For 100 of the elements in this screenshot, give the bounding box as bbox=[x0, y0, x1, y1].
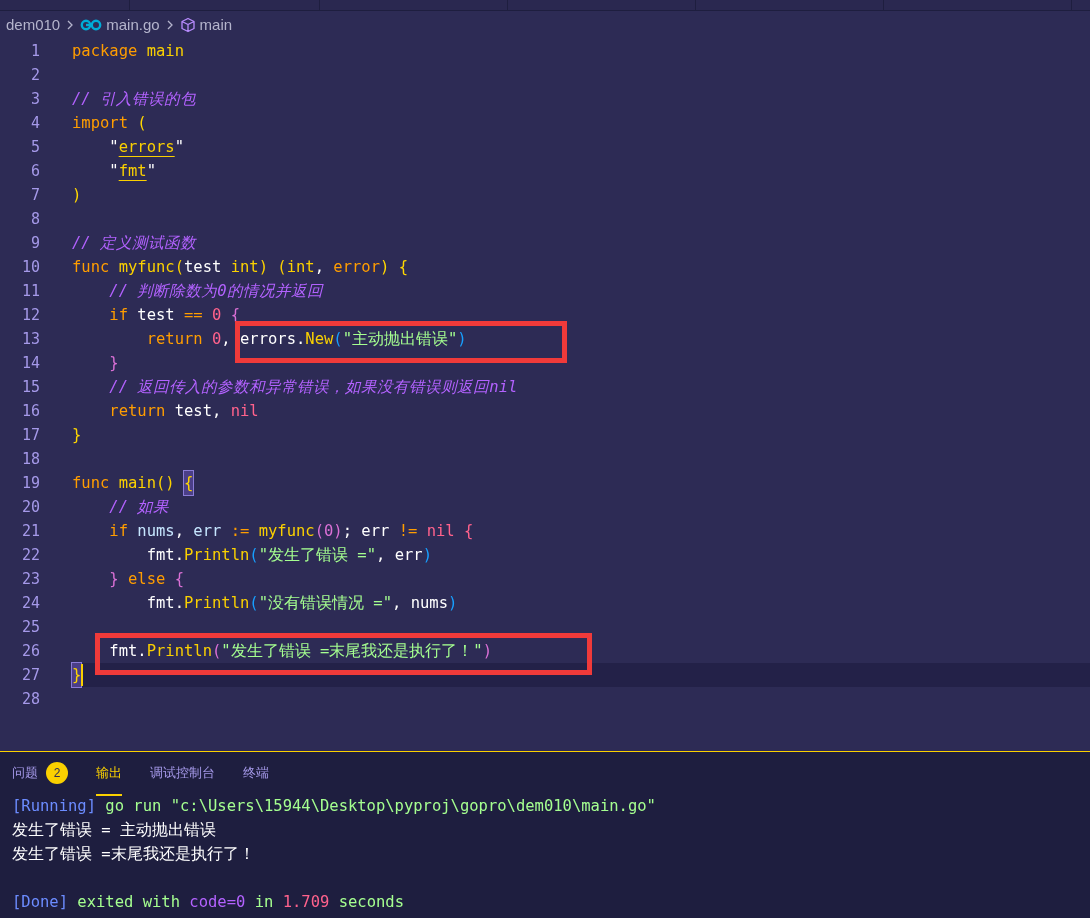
code-token: New bbox=[305, 330, 334, 348]
code-token: package bbox=[72, 41, 138, 62]
code-token: , nums bbox=[392, 593, 448, 614]
code-token: "没有错误情况 =" bbox=[258, 593, 392, 614]
code-token: else bbox=[127, 569, 167, 590]
line-number: 9 bbox=[29, 233, 40, 254]
line-number: 6 bbox=[29, 161, 40, 182]
code-token: import bbox=[72, 113, 128, 134]
code-token: seconds bbox=[337, 892, 404, 913]
panel-tab[interactable]: 终端 bbox=[243, 752, 269, 796]
code-token: fmt. bbox=[145, 593, 184, 614]
code-token: func bbox=[72, 257, 110, 278]
line-number: 10 bbox=[20, 257, 40, 278]
count-badge: 2 bbox=[46, 762, 68, 784]
code-token: error bbox=[333, 257, 380, 278]
code-token: main() bbox=[117, 473, 176, 494]
code-token: fmt. bbox=[145, 545, 184, 566]
code-token: } bbox=[108, 569, 119, 590]
line-number: 8 bbox=[29, 209, 40, 230]
code-token: } bbox=[108, 353, 119, 374]
breadcrumb-item[interactable]: main bbox=[199, 13, 233, 37]
line-number: 1 bbox=[29, 41, 40, 62]
code-token: // 返回传入的参数和异常错误，如果没有错误则返回nil bbox=[108, 377, 518, 398]
code-token: , err bbox=[376, 545, 423, 566]
panel-tab[interactable]: 问题 2 bbox=[12, 752, 68, 796]
code-token: go run "c:\Users\15944\Desktop\pyproj\gopro\dem010\main.go" bbox=[104, 796, 656, 817]
code-token: "发生了错误 =末尾我还是执行了！" bbox=[221, 642, 483, 660]
code-token: 1.709 bbox=[282, 892, 330, 913]
code-token: , bbox=[314, 257, 325, 278]
code-token: test, bbox=[173, 401, 223, 422]
line-number: 22 bbox=[20, 545, 40, 566]
code-token: 发生了错误 = 主动抛出错误 bbox=[12, 820, 216, 841]
line-number: 27 bbox=[20, 665, 40, 686]
code-token: == bbox=[184, 305, 203, 326]
code-token: != bbox=[398, 521, 418, 542]
code-token: ( bbox=[212, 642, 222, 660]
code-token: { bbox=[184, 471, 194, 495]
line-number: 2 bbox=[29, 65, 40, 86]
line-number: 24 bbox=[20, 593, 40, 614]
code-token: ( bbox=[136, 113, 147, 134]
code-token: ( bbox=[249, 593, 259, 614]
line-number: 23 bbox=[20, 569, 40, 590]
code-token: if bbox=[108, 521, 128, 542]
code-token: int) (int bbox=[229, 257, 315, 278]
line-number: 25 bbox=[20, 617, 40, 638]
code-token: ; err bbox=[342, 521, 391, 542]
line-number: 4 bbox=[29, 113, 40, 134]
code-token: ) bbox=[457, 330, 467, 348]
code-token: 发生了错误 =末尾我还是执行了！ bbox=[12, 844, 255, 865]
code-token: func bbox=[72, 473, 110, 494]
code-token: test bbox=[136, 305, 176, 326]
breadcrumb-item[interactable]: main.go bbox=[106, 13, 160, 37]
code-token: // 判断除数为0的情况并返回 bbox=[108, 281, 323, 302]
code-token: } bbox=[72, 663, 82, 687]
code-token: myfunc bbox=[257, 521, 315, 542]
line-number: 7 bbox=[29, 185, 40, 206]
code-token: // 定义测试函数 bbox=[72, 233, 196, 254]
code-token: nil { bbox=[425, 521, 474, 542]
code-token: 0 bbox=[211, 329, 222, 350]
panel-tab[interactable]: 调试控制台 bbox=[150, 752, 215, 796]
code-token: " bbox=[108, 137, 119, 158]
code-token: fmt bbox=[118, 161, 147, 182]
line-number: 14 bbox=[20, 353, 40, 374]
code-token: ) bbox=[72, 185, 82, 206]
code-token: Println bbox=[146, 642, 212, 660]
line-number: 15 bbox=[20, 377, 40, 398]
code-token: myfunc( bbox=[117, 257, 184, 278]
line-number: 12 bbox=[20, 305, 40, 326]
text-cursor bbox=[81, 664, 84, 686]
code-token: errors bbox=[118, 137, 175, 158]
breadcrumb-item[interactable]: dem010 bbox=[6, 13, 61, 37]
code-token: fmt. bbox=[108, 642, 147, 660]
code-token: // 引入错误的包 bbox=[72, 89, 196, 110]
code-token: ) bbox=[422, 545, 432, 566]
code-token: // 如果 bbox=[108, 497, 170, 518]
code-token: nil bbox=[230, 401, 259, 422]
code-token: 0 bbox=[211, 305, 223, 326]
code-token: , bbox=[221, 329, 232, 350]
code-token: Println bbox=[184, 545, 250, 566]
line-number: 5 bbox=[29, 137, 40, 158]
code-token: ( bbox=[249, 545, 259, 566]
line-number: 28 bbox=[20, 689, 40, 710]
code-token: return bbox=[145, 329, 203, 350]
code-token: return bbox=[108, 401, 166, 422]
code-token: := bbox=[230, 521, 250, 542]
code-token: test bbox=[184, 257, 222, 278]
code-token: } bbox=[72, 425, 82, 446]
line-number: 19 bbox=[20, 473, 40, 494]
code-token: exited with bbox=[76, 892, 181, 913]
code-token: "主动抛出错误" bbox=[342, 330, 458, 348]
line-number: 18 bbox=[20, 449, 40, 470]
line-number: 3 bbox=[29, 89, 40, 110]
panel-tab[interactable]: 输出 bbox=[96, 752, 122, 796]
line-number: 13 bbox=[20, 329, 40, 350]
code-token: " bbox=[146, 161, 156, 182]
code-token: nums bbox=[136, 521, 175, 542]
code-token: [Running] bbox=[12, 796, 96, 817]
code-token: , bbox=[174, 521, 185, 542]
code-token: ) bbox=[482, 642, 492, 660]
code-token: { bbox=[174, 569, 184, 590]
